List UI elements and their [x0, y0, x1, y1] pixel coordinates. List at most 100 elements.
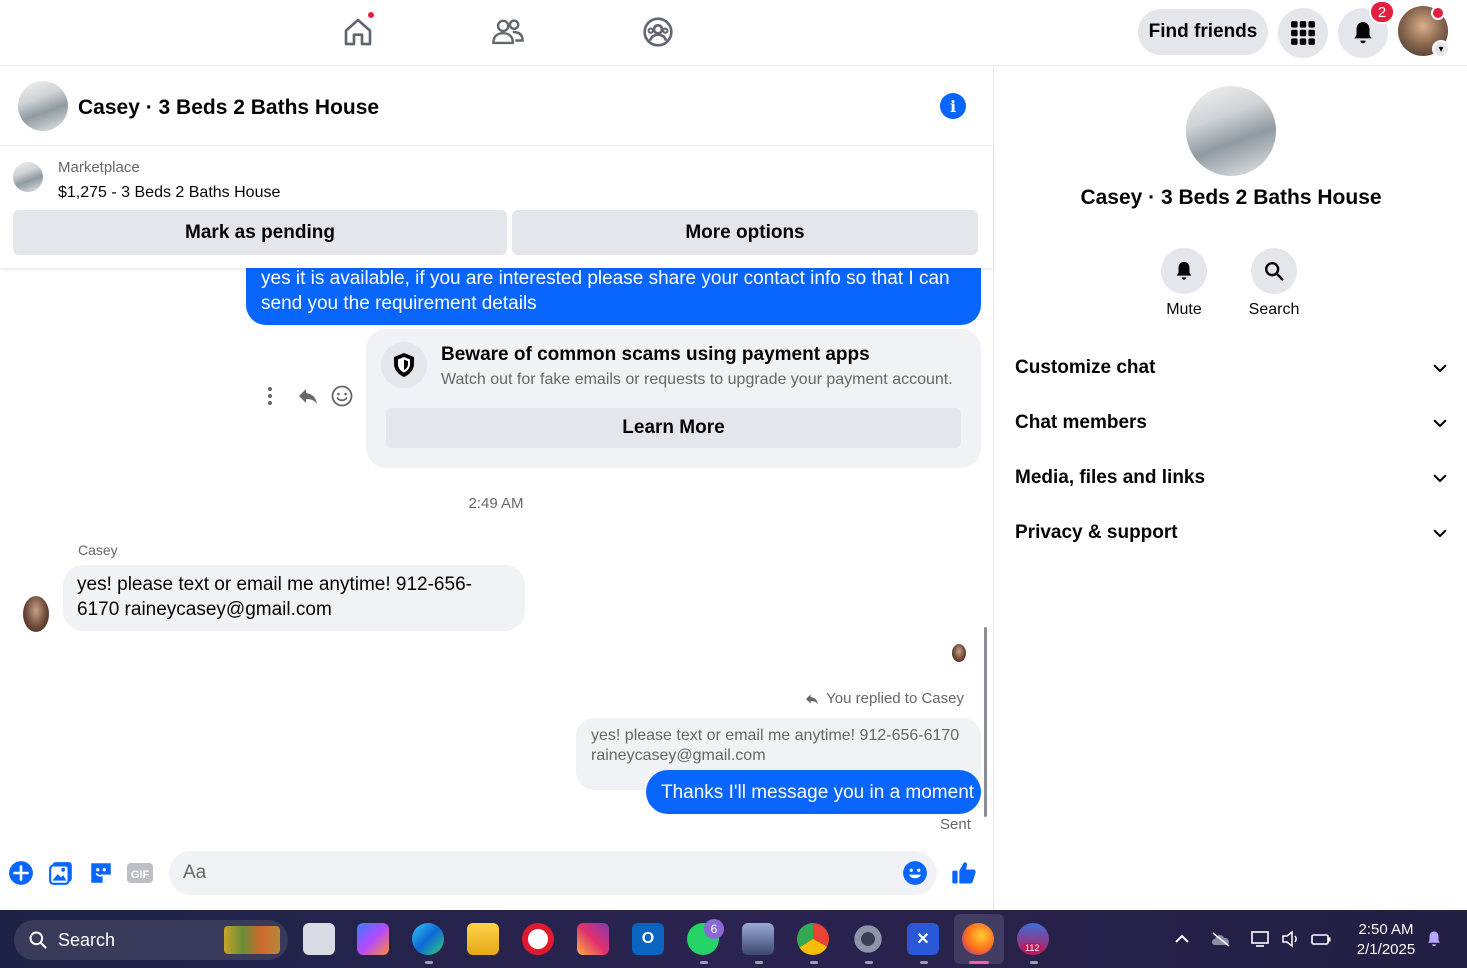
messages-scrollbar[interactable]: [984, 627, 987, 817]
notification-center-bell-icon[interactable]: [1423, 928, 1445, 950]
incoming-message[interactable]: yes! please text or email me anytime! 91…: [63, 565, 525, 631]
message-actions: [258, 382, 358, 410]
opera-icon[interactable]: [522, 923, 554, 955]
clock-date: 2/1/2025: [1356, 941, 1416, 958]
search-icon: [1265, 262, 1284, 281]
chevron-down-icon: [1433, 419, 1447, 428]
groups-icon: [643, 17, 673, 47]
add-attachment-button[interactable]: [7, 859, 35, 887]
grid-menu-icon: [1291, 21, 1315, 45]
edge-running-indicator: [425, 961, 433, 964]
file-explorer-icon[interactable]: [467, 923, 499, 955]
scam-warning-title: Beware of common scams using payment app…: [441, 344, 870, 365]
home-notification-dot: [366, 10, 376, 20]
message-status: Sent: [940, 816, 971, 833]
mute-button[interactable]: Mute: [1139, 248, 1229, 319]
chevron-down-icon[interactable]: ▾: [1432, 40, 1450, 58]
chat-info-panel: Casey · 3 Beds 2 Baths House Mute Search…: [993, 66, 1467, 910]
chevron-down-icon: [1433, 364, 1447, 373]
media-files-links-section[interactable]: Media, files and links: [1015, 458, 1449, 498]
mute-label: Mute: [1166, 301, 1202, 318]
top-navigation-bar: Find friends 2 ▾: [0, 0, 1467, 66]
read-receipt-avatar: [952, 644, 966, 662]
task-view-icon[interactable]: [303, 923, 335, 955]
whatsapp-running-indicator: [700, 961, 708, 964]
game-running-indicator: [755, 961, 763, 964]
remote-app-icon[interactable]: ✕: [907, 923, 939, 955]
network-icon[interactable]: [1250, 928, 1272, 950]
chat-avatar[interactable]: [18, 81, 68, 131]
home-nav-button[interactable]: [338, 10, 378, 52]
section-label: Customize chat: [1015, 357, 1156, 378]
panel-chat-title: Casey · 3 Beds 2 Baths House: [1080, 186, 1382, 209]
app-112-running-indicator: [1030, 961, 1038, 964]
message-composer: GIF: [0, 846, 993, 908]
emoji-icon: [903, 861, 927, 885]
chat-title[interactable]: Casey · 3 Beds 2 Baths House: [78, 96, 379, 120]
groups-nav-button[interactable]: [638, 12, 678, 52]
marketplace-listing-bar: Marketplace $1,275 - 3 Beds 2 Baths Hous…: [0, 146, 993, 268]
friends-nav-button[interactable]: [488, 12, 528, 52]
chrome-running-indicator: [810, 961, 818, 964]
listing-title[interactable]: $1,275 - 3 Beds 2 Baths House: [58, 184, 280, 202]
listing-thumbnail[interactable]: [13, 162, 43, 192]
section-label: Privacy & support: [1015, 522, 1178, 543]
mark-as-pending-button[interactable]: Mark as pending: [13, 210, 507, 255]
whatsapp-badge: 6: [704, 919, 724, 939]
onedrive-cloud-icon[interactable]: [1210, 928, 1232, 950]
copilot-icon[interactable]: [357, 923, 389, 955]
message-input[interactable]: [169, 851, 937, 895]
react-emoji-icon[interactable]: [330, 384, 354, 413]
outgoing-reply-message[interactable]: Thanks I'll message you in a moment: [646, 770, 981, 814]
customize-chat-section[interactable]: Customize chat: [1015, 348, 1449, 388]
gif-icon: GIF: [127, 863, 153, 883]
home-icon: [344, 18, 372, 46]
outgoing-message[interactable]: yes it is available, if you are interest…: [246, 262, 981, 325]
attach-photo-button[interactable]: [47, 859, 75, 887]
chevron-down-icon: [1433, 529, 1447, 538]
instagram-icon[interactable]: [577, 923, 609, 955]
edge-icon[interactable]: [412, 923, 444, 955]
privacy-support-section[interactable]: Privacy & support: [1015, 513, 1449, 553]
sender-avatar[interactable]: [23, 596, 49, 632]
bell-icon: [1354, 22, 1372, 44]
sticker-button[interactable]: [87, 859, 115, 887]
taskbar-search-label: Search: [58, 929, 116, 950]
panel-chat-avatar[interactable]: [1186, 86, 1276, 176]
chat-members-section[interactable]: Chat members: [1015, 403, 1449, 443]
battery-icon[interactable]: [1310, 928, 1332, 950]
system-clock[interactable]: 2:50 AM 2/1/2025: [1346, 920, 1426, 960]
menu-button[interactable]: [1278, 8, 1328, 58]
sticker-icon: [91, 863, 111, 883]
more-vertical-icon[interactable]: [266, 384, 274, 413]
thumbs-up-icon: [952, 862, 976, 884]
scam-warning-card: Beware of common scams using payment app…: [366, 329, 981, 468]
search-conversation-button[interactable]: Search: [1229, 248, 1319, 319]
windows-taskbar: Search O 6 ✕ 112 2:50 AM 2/1/2025: [0, 910, 1467, 968]
learn-more-button[interactable]: Learn More: [386, 408, 961, 448]
emoji-button[interactable]: [901, 859, 929, 887]
search-label: Search: [1248, 301, 1300, 318]
chevron-down-icon: [1433, 474, 1447, 483]
more-options-button[interactable]: More options: [512, 210, 978, 255]
bell-icon: [1176, 261, 1192, 280]
game-app-icon[interactable]: [742, 923, 774, 955]
info-icon[interactable]: i: [940, 93, 966, 119]
books-icon: [224, 926, 280, 954]
chat-header: Casey · 3 Beds 2 Baths House i: [0, 66, 993, 146]
chrome-icon[interactable]: [797, 923, 829, 955]
taskbar-search[interactable]: Search: [14, 920, 288, 960]
search-icon: [29, 931, 47, 949]
find-friends-button[interactable]: Find friends: [1138, 9, 1268, 55]
reply-icon[interactable]: [296, 384, 320, 413]
outlook-icon[interactable]: O: [632, 923, 664, 955]
section-label: Media, files and links: [1015, 467, 1206, 488]
like-button[interactable]: [950, 859, 978, 887]
show-hidden-icons-chevron-icon[interactable]: [1171, 928, 1193, 950]
volume-icon[interactable]: [1280, 928, 1302, 950]
settings-gear-icon[interactable]: [852, 923, 884, 955]
firefox-icon[interactable]: [962, 923, 994, 955]
marketplace-label: Marketplace: [58, 159, 140, 176]
svg-text:GIF: GIF: [131, 869, 150, 881]
gif-button[interactable]: GIF: [126, 859, 154, 887]
